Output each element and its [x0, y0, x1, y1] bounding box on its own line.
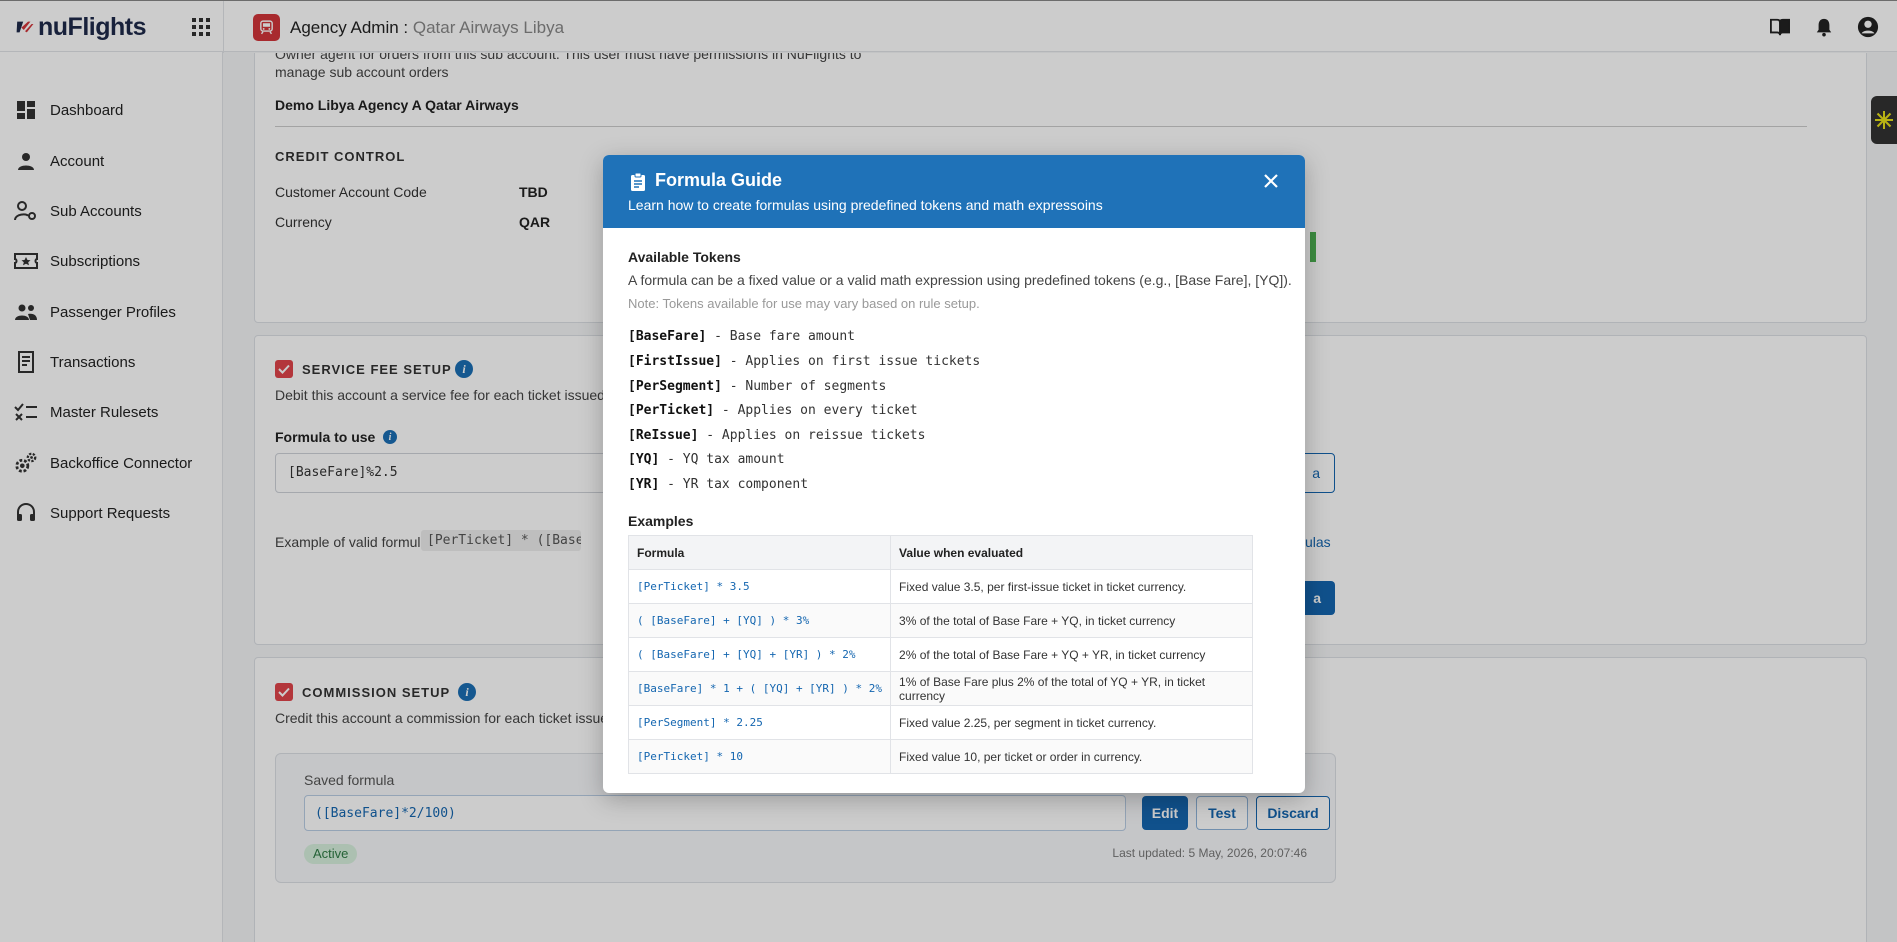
token-item: [YR] - YR tax component [628, 477, 808, 492]
token-item: [PerTicket] - Applies on every ticket [628, 403, 918, 418]
example-formula-cell: ( [BaseFare] + [YQ] ) * 3% [627, 603, 892, 638]
table-row: [PerSegment] * 2.25 Fixed value 2.25, pe… [627, 705, 1253, 740]
close-icon[interactable] [1259, 169, 1283, 193]
token-desc: - Applies on every ticket [714, 403, 918, 418]
example-value-cell: Fixed value 3.5, per first-issue ticket … [890, 569, 1253, 604]
modal-title: Formula Guide [655, 170, 783, 190]
table-row: [PerTicket] * 3.5 Fixed value 3.5, per f… [627, 569, 1253, 604]
token-desc: - YQ tax amount [659, 452, 785, 467]
example-formula-cell: [BaseFare] * 1 + ( [YQ] + [YR] ) * 2% [627, 671, 892, 706]
tokens-heading: Available Tokens [628, 249, 741, 265]
table-header: Value when evaluated [890, 535, 1253, 570]
token-name: [PerTicket] [628, 403, 715, 418]
token-desc: - Number of segments [721, 379, 887, 394]
token-item: [FirstIssue] - Applies on first issue ti… [628, 354, 980, 369]
example-value-cell: 2% of the total of Base Fare + YQ + YR, … [890, 637, 1253, 672]
token-item: [PerSegment] - Number of segments [628, 379, 886, 394]
token-name: [BaseFare] [628, 329, 707, 344]
examples-table: Formula Value when evaluated [PerTicket]… [627, 535, 1253, 774]
modal-header: Formula Guide Learn how to create formul… [603, 155, 1305, 228]
table-row: [PerTicket] * 10 Fixed value 10, per tic… [627, 739, 1253, 774]
token-name: [YR] [628, 477, 660, 492]
example-value-cell: 3% of the total of Base Fare + YQ, in ti… [890, 603, 1253, 638]
example-value-cell: 1% of Base Fare plus 2% of the total of … [890, 671, 1253, 706]
examples-heading: Examples [628, 513, 694, 529]
token-name: [FirstIssue] [628, 354, 722, 369]
example-value-cell: Fixed value 10, per ticket or order in c… [890, 739, 1253, 774]
token-desc: - Applies on first issue tickets [721, 354, 981, 369]
tokens-note: Note: Tokens available for use may vary … [628, 296, 980, 311]
token-desc: - Base fare amount [706, 329, 855, 344]
example-formula-cell: [PerTicket] * 10 [627, 739, 892, 774]
example-formula-cell: [PerTicket] * 3.5 [627, 569, 892, 604]
token-name: [YQ] [628, 452, 660, 467]
example-value-cell: Fixed value 2.25, per segment in ticket … [890, 705, 1253, 740]
clipboard-icon [631, 172, 645, 191]
example-formula-cell: [PerSegment] * 2.25 [627, 705, 892, 740]
formula-guide-modal: Formula Guide Learn how to create formul… [603, 155, 1305, 793]
token-desc: - Applies on reissue tickets [698, 428, 926, 443]
table-row: ( [BaseFare] + [YQ] + [YR] ) * 2% 2% of … [627, 637, 1253, 672]
token-item: [YQ] - YQ tax amount [628, 452, 785, 467]
token-item: [ReIssue] - Applies on reissue tickets [628, 428, 925, 443]
table-row: ( [BaseFare] + [YQ] ) * 3% 3% of the tot… [627, 603, 1253, 638]
example-formula-cell: ( [BaseFare] + [YQ] + [YR] ) * 2% [627, 637, 892, 672]
table-header-row: Formula Value when evaluated [627, 535, 1253, 570]
token-item: [BaseFare] - Base fare amount [628, 329, 855, 344]
token-name: [ReIssue] [628, 428, 699, 443]
modal-subtitle: Learn how to create formulas using prede… [628, 197, 1103, 213]
token-desc: - YR tax component [659, 477, 809, 492]
token-name: [PerSegment] [628, 379, 722, 394]
tokens-intro: A formula can be a fixed value or a vali… [628, 272, 1292, 288]
table-row: [BaseFare] * 1 + ( [YQ] + [YR] ) * 2% 1%… [627, 671, 1253, 706]
table-header: Formula [627, 535, 892, 570]
